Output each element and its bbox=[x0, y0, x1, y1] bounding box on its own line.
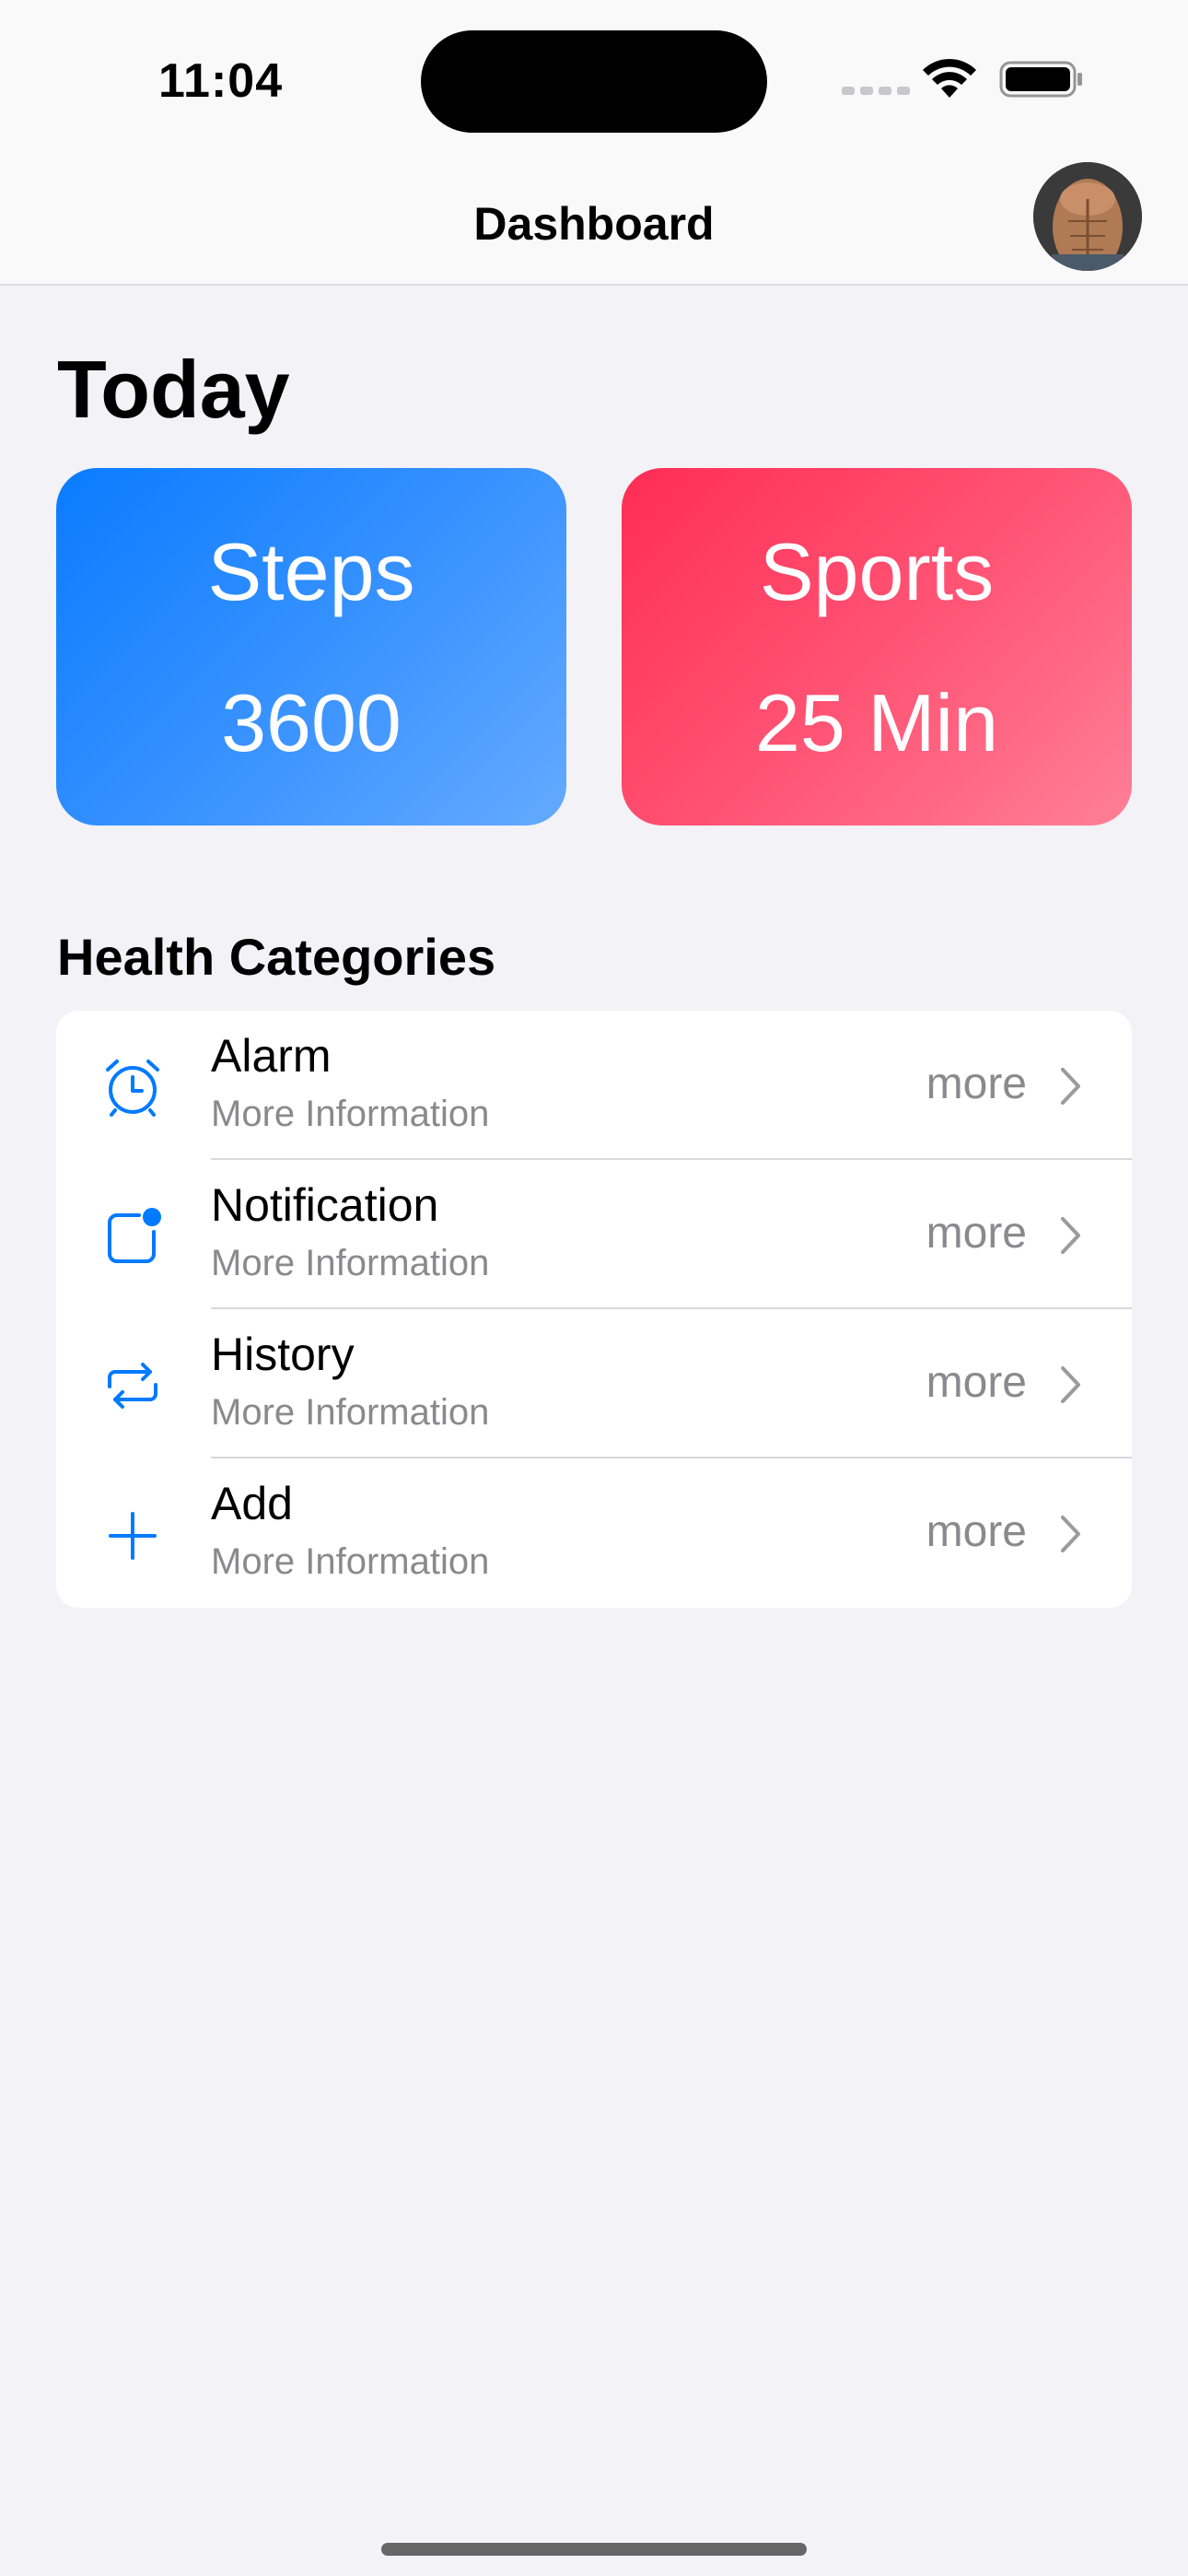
chevron-right-icon bbox=[1061, 1516, 1080, 1552]
sports-label: Sports bbox=[759, 526, 995, 617]
list-item-notification[interactable]: Notification More Information more bbox=[56, 1160, 1132, 1309]
health-categories-list: Alarm More Information more Notification… bbox=[56, 1011, 1132, 1608]
chevron-right-icon bbox=[1061, 1217, 1080, 1254]
chevron-right-icon bbox=[1061, 1366, 1080, 1403]
dynamic-island bbox=[421, 30, 767, 133]
more-label: more bbox=[926, 1060, 1027, 1108]
health-categories-heading: Health Categories bbox=[57, 928, 496, 986]
sports-card[interactable]: Sports 25 Min bbox=[622, 468, 1132, 825]
battery-icon bbox=[999, 61, 1082, 98]
more-label: more bbox=[926, 1358, 1027, 1407]
avatar-image bbox=[1033, 162, 1142, 271]
list-item-subtitle: More Information bbox=[211, 1541, 490, 1582]
list-item-title: Alarm bbox=[211, 1030, 332, 1082]
sports-value: 25 Min bbox=[754, 677, 999, 768]
chevron-right-icon bbox=[1061, 1068, 1080, 1105]
list-item-alarm[interactable]: Alarm More Information more bbox=[56, 1011, 1132, 1160]
list-item-subtitle: More Information bbox=[211, 1243, 490, 1283]
wifi-icon bbox=[923, 58, 976, 98]
more-label: more bbox=[926, 1209, 1027, 1258]
alarm-icon bbox=[106, 1060, 159, 1117]
list-item-subtitle: More Information bbox=[211, 1094, 490, 1134]
list-item-title: Add bbox=[211, 1478, 293, 1529]
list-item-subtitle: More Information bbox=[211, 1392, 490, 1433]
status-bar: 11:04 bbox=[0, 0, 1188, 157]
status-time: 11:04 bbox=[158, 54, 284, 108]
list-item-history[interactable]: History More Information more bbox=[56, 1309, 1132, 1458]
home-indicator[interactable] bbox=[381, 2543, 807, 2556]
nav-title: Dashboard bbox=[473, 198, 715, 250]
list-item-add[interactable]: Add More Information more bbox=[56, 1458, 1132, 1608]
add-icon bbox=[109, 1512, 157, 1560]
history-icon bbox=[108, 1363, 157, 1409]
steps-value: 3600 bbox=[221, 677, 402, 768]
today-heading: Today bbox=[57, 344, 290, 435]
list-item-title: Notification bbox=[211, 1179, 439, 1231]
steps-card[interactable]: Steps 3600 bbox=[56, 468, 566, 825]
profile-avatar[interactable] bbox=[1033, 162, 1142, 271]
notification-icon bbox=[108, 1208, 161, 1263]
list-item-title: History bbox=[211, 1329, 355, 1380]
cellular-signal-icon bbox=[842, 87, 910, 95]
more-label: more bbox=[926, 1507, 1027, 1556]
steps-label: Steps bbox=[207, 526, 415, 617]
